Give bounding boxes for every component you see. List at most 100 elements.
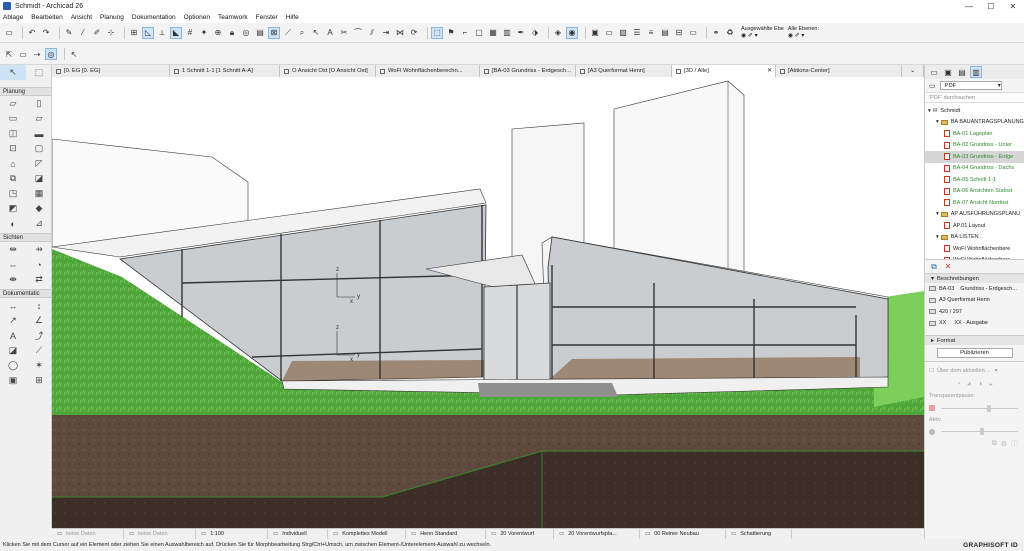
lock-icon[interactable]: 🔒︎ bbox=[227, 28, 237, 38]
status-cell[interactable]: ▭ keine Daten bbox=[124, 528, 196, 540]
card-icon[interactable]: ▭ bbox=[688, 28, 698, 38]
arrow-tool-icon[interactable]: ↖ bbox=[0, 65, 26, 80]
dimension-tool-icon[interactable]: ↔ bbox=[0, 298, 26, 313]
above-current-row[interactable]: ☐ Über dem aktuellen ... ▾ bbox=[925, 365, 1024, 377]
arrow-tool-icon[interactable]: ↖ bbox=[311, 28, 321, 38]
table-icon[interactable]: ▤ bbox=[660, 28, 670, 38]
shell-tool-icon[interactable]: ◪ bbox=[26, 171, 52, 186]
grid-snap-icon[interactable]: ⊞ bbox=[129, 28, 139, 38]
navigator-search[interactable]: 'PDF' durchsuchen bbox=[925, 92, 1024, 103]
status-cell[interactable]: ▭ Schattierung bbox=[726, 528, 792, 540]
curtain-wall-tool-icon[interactable]: ▦ bbox=[26, 186, 52, 201]
worksheet-tool-icon[interactable]: ◔ bbox=[26, 257, 52, 272]
tree-folder[interactable]: ▾ BA LISTEN bbox=[925, 232, 1024, 244]
tab-schnitt[interactable]: 1 Schnitt 1-1 [1 Schnitt A-A] bbox=[170, 65, 280, 77]
syringe-icon[interactable]: ✎ bbox=[64, 28, 74, 38]
stair-tool-icon[interactable]: ⌂ bbox=[0, 156, 26, 171]
elevation-tool-icon[interactable]: ⇸ bbox=[26, 242, 52, 257]
zone-tool-icon[interactable]: ▢ bbox=[26, 141, 52, 156]
tab-a3[interactable]: [A3 Querformat Henn] bbox=[576, 65, 672, 77]
toolbox-planung-head[interactable]: Planung bbox=[0, 87, 51, 96]
tab-3d[interactable]: [3D / Alle] ✕ bbox=[672, 65, 776, 77]
box-icon[interactable]: ▢ bbox=[474, 28, 484, 38]
orbit-icon[interactable]: ◎ bbox=[45, 48, 57, 60]
3d-viewport[interactable]: z x y z x y bbox=[52, 77, 924, 528]
snap-points-icon[interactable]: ◣ bbox=[170, 26, 182, 39]
pipette-icon[interactable]: ⁄ bbox=[78, 28, 88, 38]
bracket-icon[interactable]: ⌐ bbox=[460, 28, 470, 38]
view-3d-icon[interactable]: ◈ bbox=[553, 28, 563, 38]
redo-icon[interactable]: ↷ bbox=[41, 28, 51, 38]
tab-ba03[interactable]: [BA-03 Grundriss - Erdgesch... bbox=[480, 65, 576, 77]
tab-overflow-button[interactable]: ⌄ bbox=[902, 65, 924, 77]
offset-icon[interactable]: ⟂ bbox=[157, 28, 167, 38]
detail-tool-icon[interactable]: ⇼ bbox=[0, 272, 26, 287]
folder-icon[interactable]: ▥ bbox=[502, 28, 512, 38]
tree-layout-item[interactable]: BA-01 Lageplan bbox=[925, 128, 1024, 140]
text-icon[interactable]: A bbox=[325, 28, 335, 38]
menu-hilfe[interactable]: Hilfe bbox=[286, 14, 299, 21]
interior-elevation-tool-icon[interactable]: ⇔ bbox=[0, 257, 26, 272]
layer-icon[interactable]: ▤ bbox=[255, 28, 265, 38]
status-cell[interactable]: ▭ 1:100 bbox=[196, 528, 268, 540]
layout-book-icon[interactable]: ▤ bbox=[957, 67, 967, 77]
trace-icon[interactable]: ◎ bbox=[241, 28, 251, 38]
connect-icon[interactable]: ⊠ bbox=[268, 26, 280, 39]
active-color-swatch[interactable] bbox=[929, 428, 935, 435]
adjust-icon[interactable]: ⇥ bbox=[381, 28, 391, 38]
camera-tool-icon[interactable]: ⊿ bbox=[26, 216, 52, 231]
status-cell[interactable]: ▭ 00 Reiner Neubau bbox=[640, 528, 726, 540]
arrow-dropdown-icon[interactable]: ▭ bbox=[18, 49, 28, 59]
undo-icon[interactable]: ↶ bbox=[27, 28, 37, 38]
all-levels-box[interactable]: Alle Ebenen: ◉ ✐ ▾ bbox=[788, 26, 819, 39]
select-icon[interactable]: ⬚ bbox=[431, 26, 443, 39]
text-tool-icon[interactable]: A bbox=[0, 328, 26, 343]
print-icon[interactable]: ▭ bbox=[4, 28, 14, 38]
suspend-groups-icon[interactable]: ⊕ bbox=[213, 28, 223, 38]
status-cell[interactable]: ▭ 20 Vorentwurfspla... bbox=[554, 528, 640, 540]
tree-layout-item[interactable]: BA-02 Grundriss - Unter bbox=[925, 140, 1024, 152]
tree-root[interactable]: ▾ ⛁ Schmidt bbox=[925, 105, 1024, 117]
guide-lines-icon[interactable]: ◺ bbox=[142, 26, 154, 39]
lamp-tool-icon[interactable]: ◐ bbox=[0, 216, 26, 231]
fillet-icon[interactable]: ⌒ bbox=[353, 28, 363, 38]
copy-icon[interactable]: ⧉ bbox=[992, 440, 997, 448]
menu-teamwork[interactable]: Teamwork bbox=[218, 14, 248, 21]
rotate-icon[interactable]: ⟳ bbox=[409, 28, 419, 38]
trace-color-swatch[interactable] bbox=[929, 405, 935, 411]
tree-layout-item[interactable]: AP.01 Layout bbox=[925, 220, 1024, 232]
marquee-tool-icon[interactable]: ⬚ bbox=[26, 65, 52, 80]
beam-tool-icon[interactable]: ▭ bbox=[0, 111, 26, 126]
pen-icon[interactable]: ✒ bbox=[516, 28, 526, 38]
grid2-icon[interactable]: ⊟ bbox=[674, 28, 684, 38]
flag-icon[interactable]: ⚑ bbox=[446, 28, 456, 38]
line-tool-icon[interactable]: ⟋ bbox=[26, 343, 52, 358]
teamwork-icon[interactable]: ♻ bbox=[725, 28, 735, 38]
publisher-sets-icon[interactable]: ▥ bbox=[970, 66, 982, 78]
close-window-button[interactable]: ✕ bbox=[1002, 0, 1024, 12]
view-map-icon[interactable]: ▣ bbox=[943, 67, 953, 77]
tree-layout-item[interactable]: BA-05 Schnitt 1-1 bbox=[925, 174, 1024, 186]
status-cell[interactable]: ▭ Henn Standard bbox=[406, 528, 486, 540]
object-tool-icon[interactable]: ⊡ bbox=[0, 141, 26, 156]
menu-bearbeiten[interactable]: Bearbeiten bbox=[31, 14, 62, 21]
tree-layout-item[interactable]: BA-04 Grundriss - Dachs bbox=[925, 163, 1024, 175]
publisher-set-dropdown[interactable]: PDF ▾ bbox=[939, 81, 1002, 90]
maximize-button[interactable]: ☐ bbox=[980, 0, 1002, 12]
info-icon[interactable]: ⓘ bbox=[1011, 439, 1018, 449]
hotspot-tool-icon[interactable]: ⊞ bbox=[26, 373, 52, 388]
angle-dimension-tool-icon[interactable]: ∠ bbox=[26, 313, 52, 328]
radial-dimension-tool-icon[interactable]: ↗ bbox=[0, 313, 26, 328]
tab-aktions-center[interactable]: [Aktions-Center] bbox=[776, 65, 902, 77]
grid-icon[interactable]: # bbox=[185, 28, 195, 38]
status-cell[interactable]: ▭ 20 Vorentwurf bbox=[486, 528, 554, 540]
polyline-tool-icon[interactable]: ✶ bbox=[26, 358, 52, 373]
menu-planung[interactable]: Planung bbox=[100, 14, 124, 21]
settings-icon[interactable]: ⚙ bbox=[1001, 440, 1007, 448]
descriptions-head[interactable]: ▾ Beschreibungen bbox=[925, 273, 1024, 283]
close-tab-icon[interactable]: ✕ bbox=[767, 68, 772, 74]
list-icon[interactable]: ☰ bbox=[632, 28, 642, 38]
tab-wofl[interactable]: WoFl Wohnflächenberechn... bbox=[376, 65, 480, 77]
roof-tool-icon[interactable]: ⧉ bbox=[0, 171, 26, 186]
graphisoft-id-button[interactable]: GRAPHISOFT ID bbox=[963, 542, 1018, 549]
